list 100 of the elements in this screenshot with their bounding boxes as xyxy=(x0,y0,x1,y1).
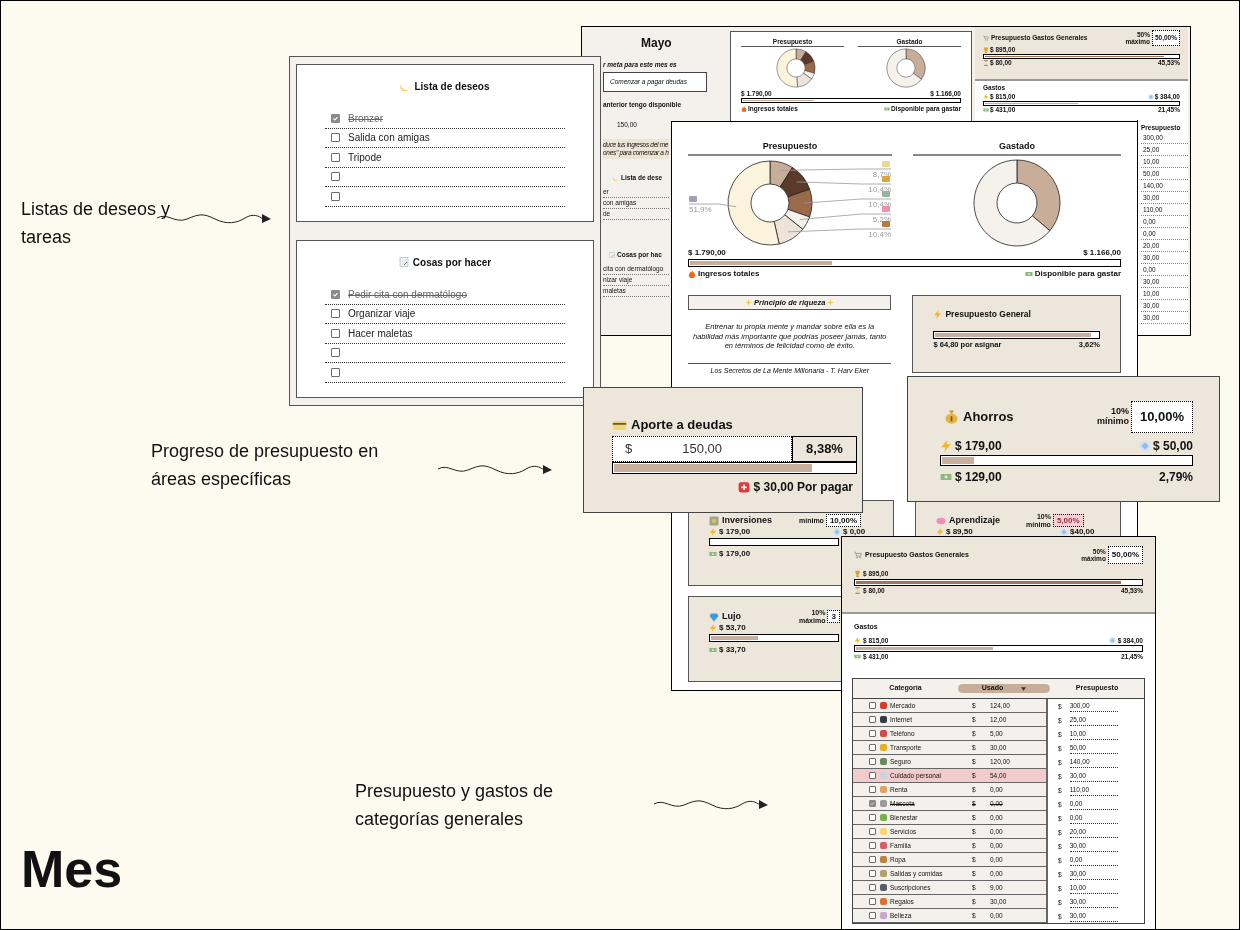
available-total: $ 1.166,00 xyxy=(1083,247,1121,259)
saved-amount: $40,00 xyxy=(1070,527,1095,536)
checkbox[interactable] xyxy=(331,367,340,377)
percent-field[interactable]: 10,00% xyxy=(1130,401,1193,433)
checkbox[interactable] xyxy=(869,870,876,877)
amount-field[interactable]: $ 150,00 xyxy=(612,436,792,462)
brain-icon xyxy=(936,515,946,526)
saved-amount: $ 0,00 xyxy=(843,527,866,536)
limit-label: 10% xyxy=(1110,406,1129,417)
list-item[interactable]: Tripode xyxy=(325,148,565,168)
checkbox[interactable] xyxy=(331,152,340,162)
area-title: Inversiones xyxy=(722,513,773,527)
annotation-text: Presupuesto y gastos de categorías generales xyxy=(355,780,555,831)
checkbox[interactable] xyxy=(869,744,876,751)
gem-icon xyxy=(833,527,841,536)
checkbox[interactable] xyxy=(869,828,876,835)
leader-line xyxy=(688,203,737,208)
percent-value: 8,38% xyxy=(792,436,857,462)
checkbox[interactable] xyxy=(869,912,876,919)
notepad-icon xyxy=(398,257,409,267)
budget-amount: $ 89,50 xyxy=(946,527,973,536)
budget-amount: $ 53,70 xyxy=(719,623,746,632)
list-item[interactable]: Pedir cita con dermatólogo xyxy=(325,285,565,305)
checkbox[interactable] xyxy=(331,191,340,201)
lightning-icon xyxy=(709,623,717,632)
checkbox[interactable] xyxy=(869,800,876,807)
cart-icon xyxy=(854,551,862,559)
checkbox[interactable] xyxy=(331,309,340,319)
flame-icon xyxy=(688,270,696,278)
gem-icon xyxy=(1138,439,1151,452)
remaining-amount: $ 33,70 xyxy=(719,644,746,656)
checkbox[interactable] xyxy=(331,348,340,358)
card-title: Aporte a deudas xyxy=(631,416,733,435)
card-title: Presupuesto General xyxy=(945,308,1031,321)
gem-icon xyxy=(1147,94,1154,100)
trophy-icon xyxy=(854,570,861,578)
list-item[interactable]: Bronzer xyxy=(325,109,565,129)
checkbox[interactable] xyxy=(869,786,876,793)
category-icon xyxy=(689,196,697,202)
percent-field[interactable]: 5,00% xyxy=(1052,514,1084,527)
available-label: Disponible para gastar xyxy=(1034,268,1121,280)
checkbox[interactable] xyxy=(869,842,876,849)
remaining-amount: $ 129,00 xyxy=(955,468,1002,486)
donut-drawing xyxy=(776,48,816,88)
value-label: 8,7% xyxy=(872,170,891,179)
lightning-icon xyxy=(709,527,717,536)
checkbox[interactable] xyxy=(869,716,876,723)
checkbox[interactable] xyxy=(869,758,876,765)
category-icon xyxy=(882,206,890,212)
list-item[interactable]: Salida con amigas xyxy=(325,128,565,148)
notepad-icon xyxy=(609,251,615,258)
checkbox[interactable] xyxy=(331,328,340,338)
checkbox[interactable] xyxy=(869,702,876,709)
flame-icon xyxy=(741,105,747,112)
checkbox[interactable] xyxy=(869,814,876,821)
lightning-icon xyxy=(936,527,944,536)
checkbox[interactable] xyxy=(869,898,876,905)
checkbox[interactable] xyxy=(869,884,876,891)
checkbox[interactable] xyxy=(869,772,876,779)
checkbox[interactable] xyxy=(869,730,876,737)
card-title: Ahorros xyxy=(963,408,1014,426)
category-icon xyxy=(882,221,890,227)
value-label: 5,2% xyxy=(872,215,891,224)
sparkle-icon xyxy=(745,299,753,306)
checkbox[interactable] xyxy=(331,133,340,143)
checkbox[interactable] xyxy=(869,856,876,863)
checkbox[interactable] xyxy=(331,172,340,182)
income-label: Ingresos totales xyxy=(698,268,760,280)
remaining-amount: $ 179,00 xyxy=(719,548,751,560)
list-item[interactable]: Organizar viaje xyxy=(325,304,565,324)
donut-slice xyxy=(787,188,813,218)
budget-amount: $ 179,00 xyxy=(719,527,751,536)
category-icon xyxy=(882,161,890,167)
checkbox[interactable] xyxy=(331,289,340,299)
diamond-icon xyxy=(709,611,719,622)
pending-amount: $ 30,00 Por pagar xyxy=(753,479,853,496)
area-title: Aprendizaje xyxy=(949,513,1000,527)
cart-icon xyxy=(983,34,989,41)
income-total: $ 1.790,00 xyxy=(688,247,726,259)
banknote-icon xyxy=(854,653,861,660)
lightning-icon xyxy=(940,439,952,452)
checkbox[interactable] xyxy=(331,113,340,123)
percent-value: 2,79% xyxy=(1158,468,1193,486)
percent-field[interactable]: 10,00% xyxy=(825,514,862,527)
lightning-icon xyxy=(933,309,943,319)
alarm-icon xyxy=(737,481,750,493)
banknote-icon xyxy=(983,107,989,113)
month-title: Mayo xyxy=(641,35,673,51)
area-title: Lujo xyxy=(722,609,741,623)
banknote-icon xyxy=(1024,270,1033,278)
caret-icon xyxy=(1021,686,1027,691)
hourglass-icon xyxy=(854,587,861,595)
money-bag-icon xyxy=(944,409,959,425)
percent-field[interactable]: 3 xyxy=(827,610,840,623)
page-title: Mes xyxy=(21,839,123,900)
value-label: 10,4% xyxy=(868,230,891,239)
annotation-text: Progreso de presupuesto en áreas específicas xyxy=(151,440,380,491)
list-item[interactable]: Hacer maletas xyxy=(325,324,565,344)
percent-field[interactable]: 50,00% xyxy=(1107,546,1143,564)
chart-title: Gastado xyxy=(913,140,1121,156)
